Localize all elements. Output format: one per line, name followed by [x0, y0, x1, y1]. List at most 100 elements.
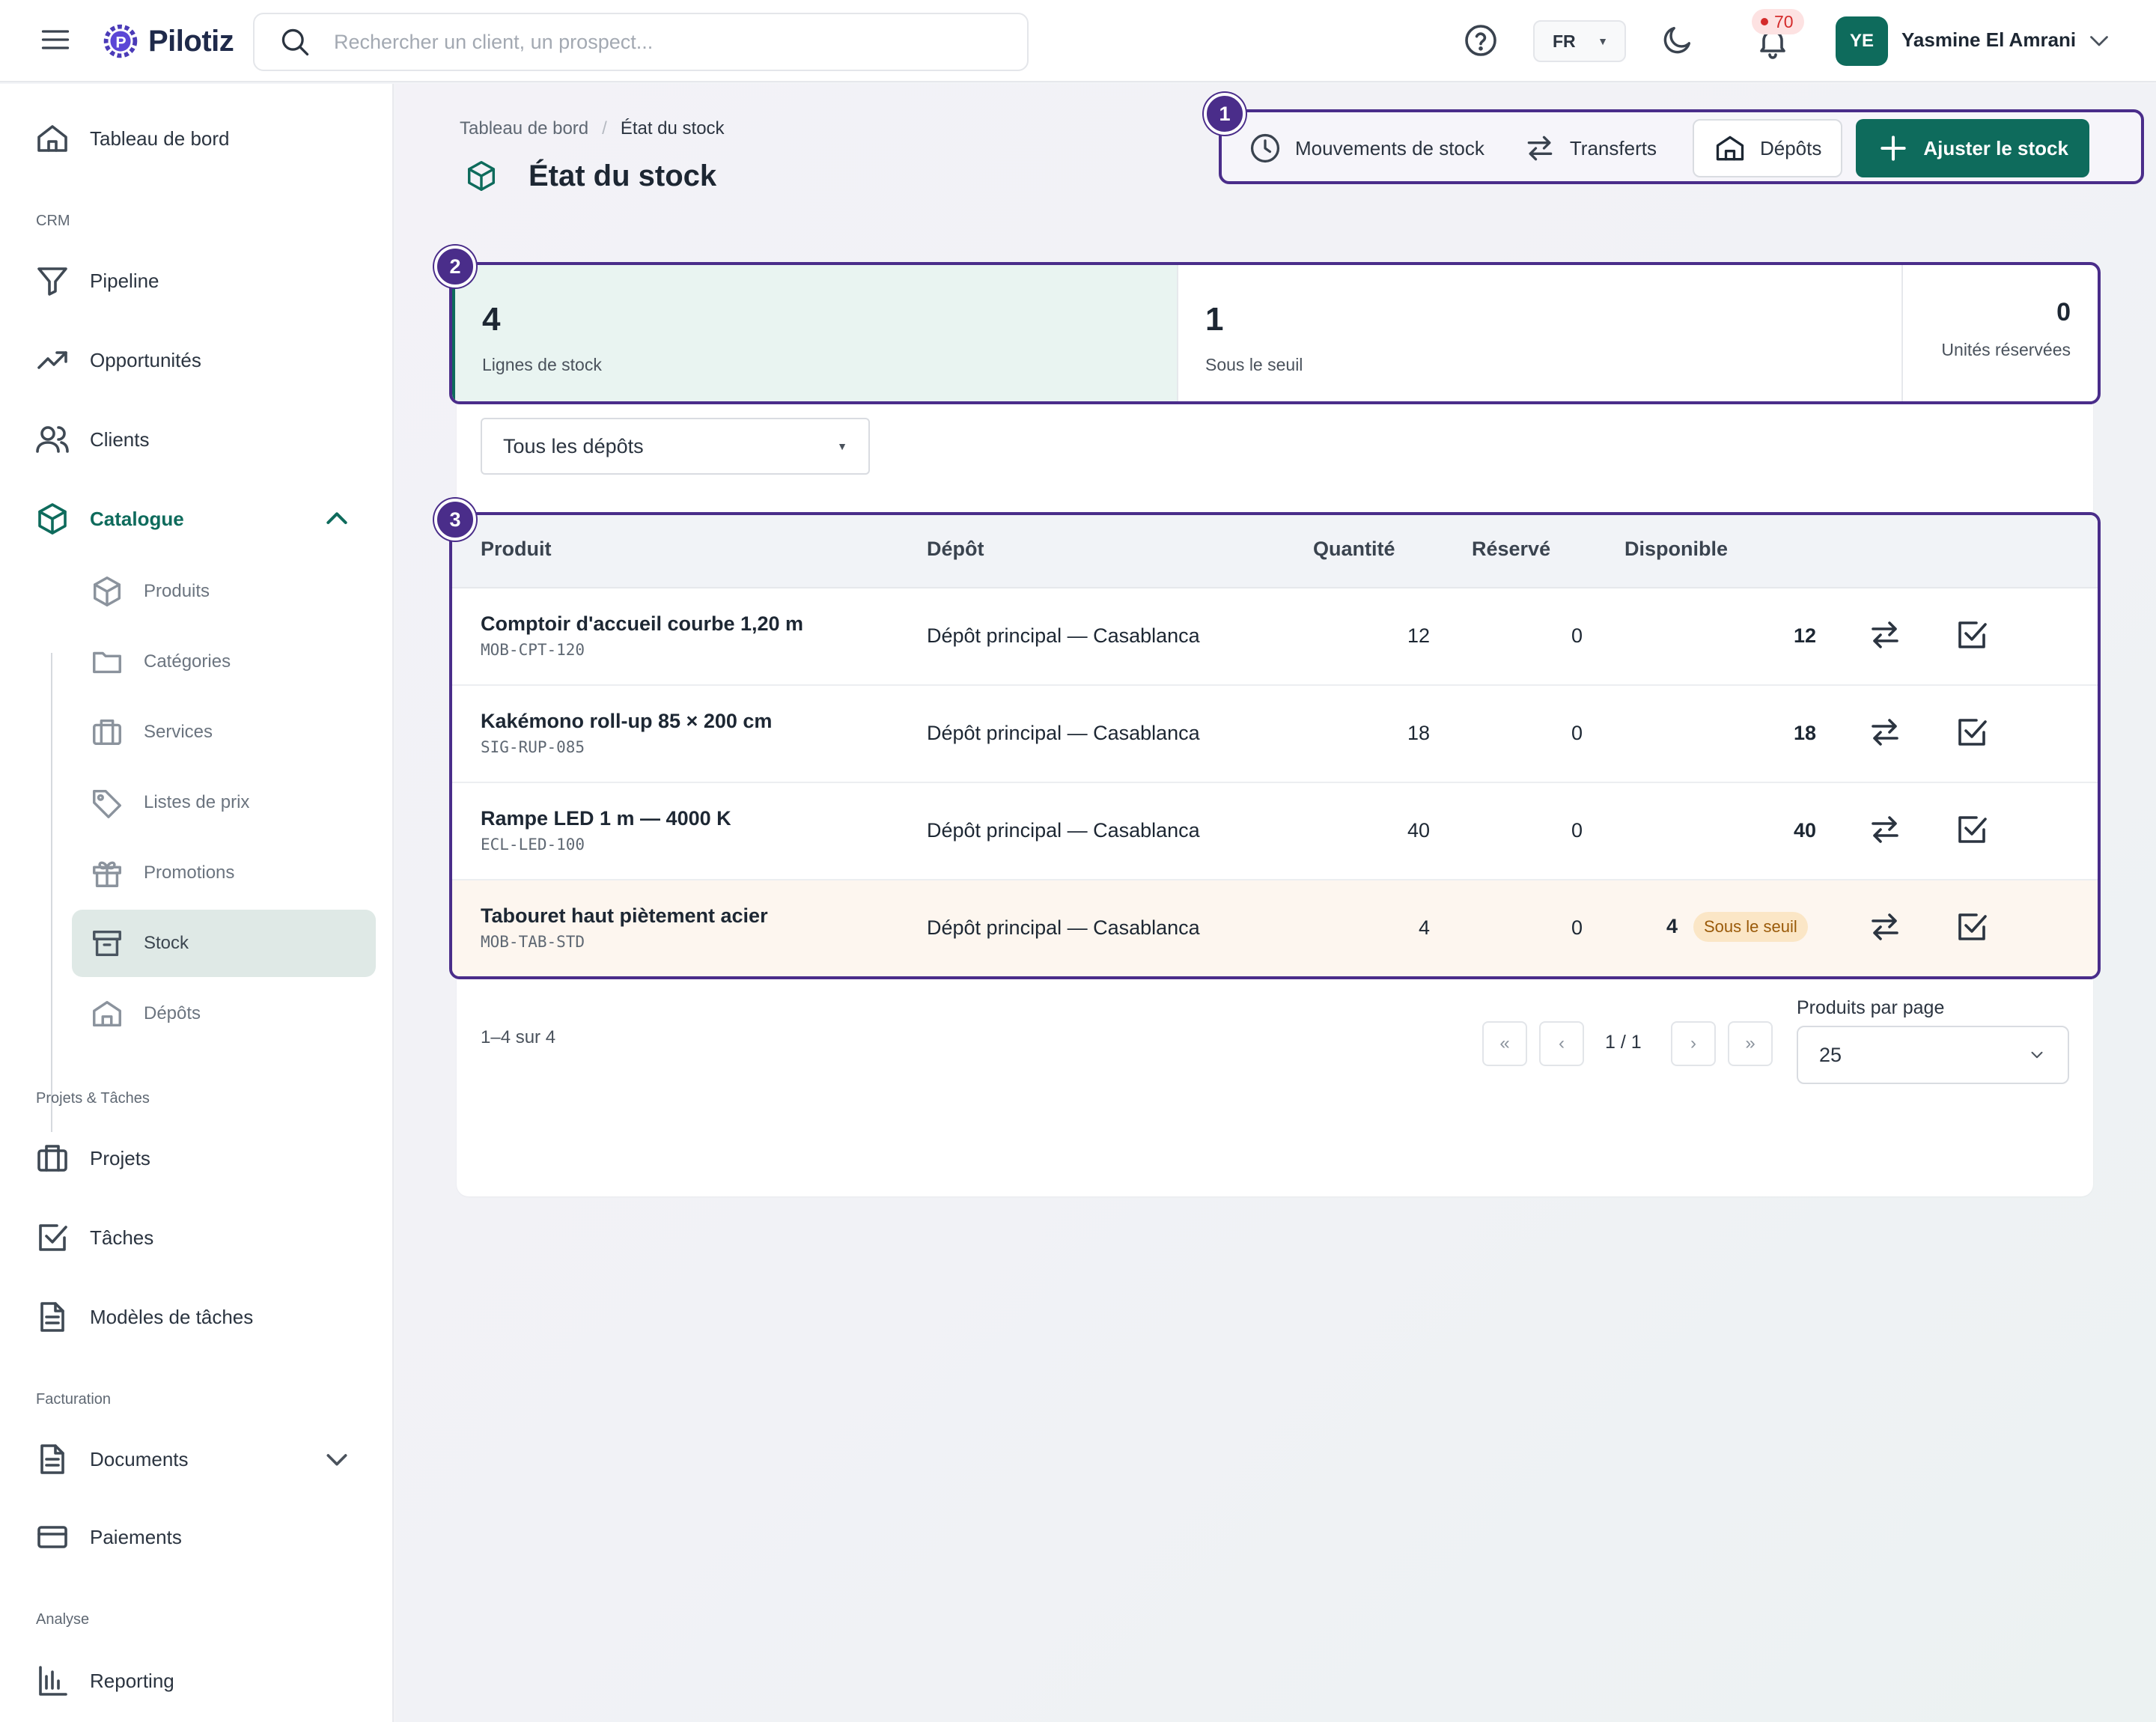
- chevron-down-icon[interactable]: [322, 1444, 352, 1474]
- table-row[interactable]: Comptoir d'accueil courbe 1,20 m MOB-CPT…: [452, 588, 2098, 686]
- breadcrumb: Tableau de bord / État du stock: [460, 118, 725, 139]
- table-header: Produit Dépôt Quantité Réservé Disponibl…: [452, 515, 2098, 588]
- transfer-arrows-icon: [1527, 136, 1553, 161]
- sidebar-item-reporting[interactable]: Reporting: [0, 1655, 394, 1707]
- depot-filter-select[interactable]: Tous les dépôts ▼: [481, 418, 870, 475]
- stat-label: Lignes de stock: [482, 355, 602, 374]
- transfers-button[interactable]: Transferts: [1504, 118, 1676, 178]
- dark-mode-toggle-icon[interactable]: [1660, 22, 1695, 57]
- next-page-button[interactable]: ›: [1671, 1021, 1716, 1066]
- sidebar-item-label: Tâches: [90, 1226, 154, 1249]
- search-bar: [253, 13, 1029, 71]
- transfer-arrows-icon[interactable]: [1867, 714, 1903, 750]
- chevron-up-icon[interactable]: [322, 504, 352, 534]
- sidebar-item-payments[interactable]: Paiements: [0, 1511, 394, 1563]
- transfers-label: Transferts: [1569, 136, 1657, 159]
- app-logo[interactable]: P Pilotiz: [97, 18, 234, 64]
- transfer-arrows-icon[interactable]: [1867, 617, 1903, 653]
- sidebar-item-products[interactable]: Produits: [72, 558, 376, 625]
- stat-value: 0: [2056, 298, 2071, 326]
- sidebar-item-label: Modèles de tâches: [90, 1305, 254, 1328]
- briefcase-icon: [93, 719, 121, 746]
- sidebar-item-pipeline[interactable]: Pipeline: [0, 255, 394, 307]
- stock-movements-button[interactable]: Mouvements de stock: [1229, 118, 1504, 178]
- search-input[interactable]: [334, 30, 1008, 54]
- checkbox-icon[interactable]: [1954, 909, 1990, 945]
- sidebar-item-categories[interactable]: Catégories: [72, 628, 376, 696]
- sidebar-item-label: Produits: [144, 581, 210, 601]
- depots-label: Dépôts: [1759, 136, 1822, 159]
- sidebar-item-services[interactable]: Services: [72, 699, 376, 766]
- depot-name: Dépôt principal — Casablanca: [927, 624, 1200, 647]
- product-name[interactable]: Rampe LED 1 m — 4000 K: [481, 807, 731, 830]
- adjust-stock-button[interactable]: Ajuster le stock: [1856, 119, 2089, 177]
- table-row-below-threshold[interactable]: Tabouret haut piètement acier MOB-TAB-ST…: [452, 880, 2098, 976]
- folder-icon: [93, 651, 121, 674]
- sidebar-item-label: Projets: [90, 1146, 150, 1169]
- depots-button[interactable]: Dépôts: [1692, 119, 1843, 177]
- product-name[interactable]: Tabouret haut piètement acier: [481, 904, 768, 928]
- user-name[interactable]: Yasmine El Amrani: [1901, 28, 2076, 52]
- menu-icon[interactable]: [39, 23, 72, 56]
- sidebar: Tableau de bord CRM Pipeline Opportunité…: [0, 84, 394, 1722]
- last-page-button[interactable]: »: [1728, 1021, 1773, 1066]
- transfer-arrows-icon[interactable]: [1867, 812, 1903, 848]
- stat-reserved-units[interactable]: 0 Unités réservées: [1901, 265, 2098, 401]
- column-header-product[interactable]: Produit: [481, 538, 552, 561]
- checkbox-icon[interactable]: [1954, 714, 1990, 750]
- sidebar-item-depots[interactable]: Dépôts: [72, 980, 376, 1047]
- sidebar-item-label: Clients: [90, 428, 150, 451]
- available-value: 18: [1793, 722, 1816, 744]
- sidebar-item-stock[interactable]: Stock: [72, 910, 376, 977]
- page-indicator: 1 / 1: [1605, 1032, 1642, 1053]
- product-name[interactable]: Kakémono roll-up 85 × 200 cm: [481, 710, 772, 733]
- depot-name: Dépôt principal — Casablanca: [927, 916, 1200, 939]
- first-page-button[interactable]: «: [1482, 1021, 1527, 1066]
- sidebar-item-projects[interactable]: Projets: [0, 1132, 394, 1184]
- sidebar-item-label: Catégories: [144, 651, 231, 672]
- checkbox-icon: [39, 1224, 67, 1251]
- sidebar-item-label: Reporting: [90, 1669, 174, 1692]
- language-select[interactable]: FR ▼: [1533, 20, 1626, 62]
- briefcase-icon: [37, 1145, 67, 1172]
- chevron-down-icon[interactable]: [2086, 27, 2113, 54]
- notification-dot: [1761, 18, 1768, 25]
- tag-icon: [93, 789, 121, 818]
- transfer-arrows-icon[interactable]: [1867, 909, 1903, 945]
- table-row[interactable]: Kakémono roll-up 85 × 200 cm SIG-RUP-085…: [452, 686, 2098, 783]
- product-sku: ECL-LED-100: [481, 836, 585, 854]
- stat-below-threshold[interactable]: 1 Sous le seuil: [1177, 265, 1901, 401]
- help-icon[interactable]: [1463, 22, 1499, 58]
- breadcrumb-link-dashboard[interactable]: Tableau de bord: [460, 118, 588, 139]
- archive-box-icon: [93, 930, 121, 957]
- column-header-available[interactable]: Disponible: [1624, 538, 1728, 561]
- quantity-value: 18: [1407, 722, 1430, 744]
- column-header-reserved[interactable]: Réservé: [1472, 538, 1550, 561]
- avatar[interactable]: YE: [1836, 16, 1888, 66]
- available-value: 12: [1793, 624, 1816, 647]
- sidebar-item-catalogue[interactable]: Catalogue: [0, 493, 394, 545]
- sidebar-item-task-templates[interactable]: Modèles de tâches: [0, 1291, 394, 1343]
- below-threshold-badge: Sous le seuil: [1693, 912, 1808, 942]
- column-header-quantity[interactable]: Quantité: [1313, 538, 1395, 561]
- depot-name: Dépôt principal — Casablanca: [927, 819, 1200, 842]
- sidebar-item-tasks[interactable]: Tâches: [0, 1211, 394, 1264]
- sidebar-item-clients[interactable]: Clients: [0, 413, 394, 466]
- stock-table: Produit Dépôt Quantité Réservé Disponibl…: [449, 512, 2101, 979]
- sidebar-item-promotions[interactable]: Promotions: [72, 839, 376, 907]
- column-header-depot[interactable]: Dépôt: [927, 538, 984, 561]
- sidebar-item-dashboard[interactable]: Tableau de bord: [0, 112, 394, 165]
- checkbox-icon[interactable]: [1954, 617, 1990, 653]
- checkbox-icon[interactable]: [1954, 812, 1990, 848]
- product-sku: MOB-TAB-STD: [481, 933, 585, 951]
- sidebar-item-opportunities[interactable]: Opportunités: [0, 334, 394, 386]
- per-page-select[interactable]: 25: [1797, 1026, 2069, 1084]
- pagination-summary: 1–4 sur 4: [481, 1027, 556, 1047]
- product-name[interactable]: Comptoir d'accueil courbe 1,20 m: [481, 612, 803, 636]
- table-row[interactable]: Rampe LED 1 m — 4000 K ECL-LED-100 Dépôt…: [452, 783, 2098, 880]
- notification-badge[interactable]: 70: [1752, 9, 1804, 34]
- stat-stock-lines[interactable]: 4 Lignes de stock: [452, 265, 1177, 401]
- sidebar-item-documents[interactable]: Documents: [0, 1433, 394, 1485]
- previous-page-button[interactable]: ‹: [1539, 1021, 1584, 1066]
- sidebar-item-price-lists[interactable]: Listes de prix: [72, 769, 376, 836]
